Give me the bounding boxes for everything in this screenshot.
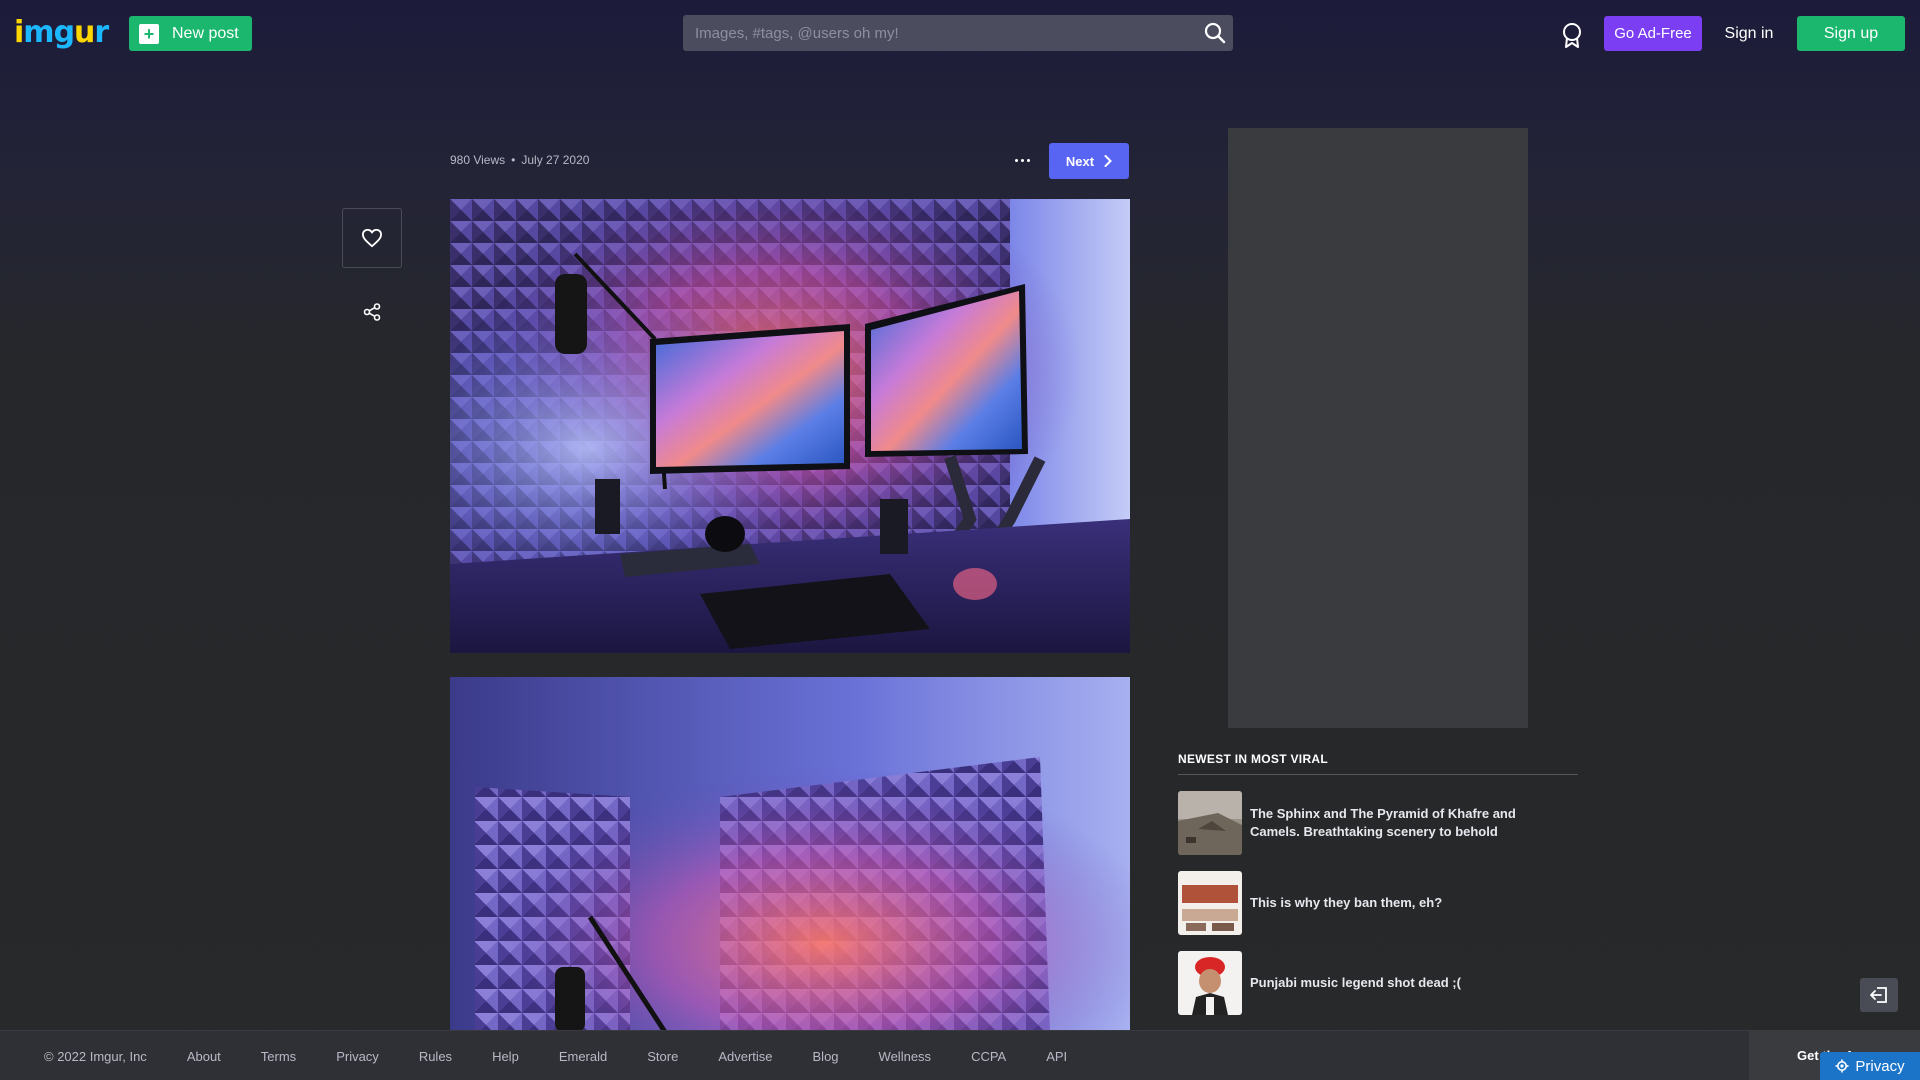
dot-icon: [1026, 158, 1030, 162]
chevron-right-icon: [1104, 155, 1113, 167]
thumbnail-ban[interactable]: [1178, 871, 1242, 935]
logo-letter-u: u: [74, 14, 95, 50]
footer-link-privacy[interactable]: Privacy: [336, 1049, 379, 1064]
footer-link-about[interactable]: About: [187, 1049, 221, 1064]
footer-links: © 2022 Imgur, Inc About Terms Privacy Ru…: [44, 1031, 1107, 1080]
exit-icon-button[interactable]: [1860, 978, 1898, 1012]
footer-link-wellness[interactable]: Wellness: [879, 1049, 932, 1064]
emerald-badge-icon[interactable]: [1560, 22, 1584, 48]
newest-item[interactable]: This is why they ban them, eh?: [1178, 871, 1578, 935]
meta-separator: •: [511, 153, 516, 167]
newest-item[interactable]: Punjabi music legend shot dead ;(: [1178, 951, 1578, 1015]
search-bar: [683, 15, 1233, 51]
heart-icon: [361, 228, 382, 248]
sign-in-button[interactable]: Sign in: [1716, 16, 1782, 51]
footer-link-advertise[interactable]: Advertise: [718, 1049, 772, 1064]
copyright: © 2022 Imgur, Inc: [44, 1048, 147, 1064]
footer-link-blog[interactable]: Blog: [813, 1049, 839, 1064]
logo-letter-g: g: [53, 14, 76, 50]
post-image-desk-setup[interactable]: [450, 199, 1130, 653]
sign-up-button[interactable]: Sign up: [1797, 16, 1905, 51]
newest-item-title[interactable]: Punjabi music legend shot dead ;(: [1250, 974, 1550, 992]
privacy-settings-button[interactable]: Privacy: [1820, 1052, 1920, 1080]
newest-item-title[interactable]: The Sphinx and The Pyramid of Khafre and…: [1250, 805, 1550, 841]
more-options-button[interactable]: [1010, 150, 1034, 170]
next-label: Next: [1065, 153, 1095, 169]
advertisement-slot[interactable]: [1228, 128, 1528, 728]
imgur-logo[interactable]: i m g u r: [14, 14, 109, 50]
search-icon[interactable]: [1203, 21, 1227, 45]
search-input[interactable]: [683, 15, 1183, 51]
privacy-label: Privacy: [1855, 1057, 1905, 1075]
post-date: July 27 2020: [521, 153, 590, 167]
new-post-label: New post: [172, 24, 239, 42]
footer-link-api[interactable]: API: [1046, 1049, 1067, 1064]
favorite-button[interactable]: [342, 208, 402, 268]
post-image-foam-wall[interactable]: [450, 677, 1130, 1032]
newest-item-title[interactable]: This is why they ban them, eh?: [1250, 894, 1550, 912]
logo-letter-i: i: [14, 14, 24, 50]
share-icon[interactable]: [362, 302, 382, 322]
logo-letter-r: r: [94, 14, 109, 50]
footer-link-help[interactable]: Help: [492, 1049, 519, 1064]
thumbnail-music-legend[interactable]: [1178, 951, 1242, 1015]
view-count: 980 Views: [450, 153, 506, 167]
logo-letter-m: m: [23, 14, 54, 50]
dot-icon: [1014, 158, 1018, 162]
newest-in-most-viral: NEWEST IN MOST VIRAL The Sphinx and The …: [1178, 752, 1578, 1015]
footer-link-ccpa[interactable]: CCPA: [971, 1049, 1006, 1064]
new-post-button[interactable]: + New post: [129, 16, 252, 51]
footer-link-store[interactable]: Store: [647, 1049, 678, 1064]
dot-icon: [1020, 158, 1024, 162]
gear-icon: [1835, 1059, 1849, 1073]
footer-link-emerald[interactable]: Emerald: [559, 1049, 607, 1064]
post-meta: 980 Views • July 27 2020: [450, 153, 589, 167]
footer: © 2022 Imgur, Inc About Terms Privacy Ru…: [0, 1030, 1920, 1080]
plus-icon: +: [139, 23, 159, 44]
go-ad-free-button[interactable]: Go Ad-Free: [1604, 16, 1702, 51]
next-post-button[interactable]: Next: [1049, 143, 1129, 179]
header: i m g u r + New post Go Ad-Free Sign in …: [0, 0, 1920, 66]
newest-item[interactable]: The Sphinx and The Pyramid of Khafre and…: [1178, 791, 1578, 855]
exit-icon: [1870, 987, 1887, 1003]
thumbnail-sphinx[interactable]: [1178, 791, 1242, 855]
footer-link-rules[interactable]: Rules: [419, 1049, 452, 1064]
footer-link-terms[interactable]: Terms: [261, 1049, 296, 1064]
newest-title: NEWEST IN MOST VIRAL: [1178, 752, 1578, 775]
